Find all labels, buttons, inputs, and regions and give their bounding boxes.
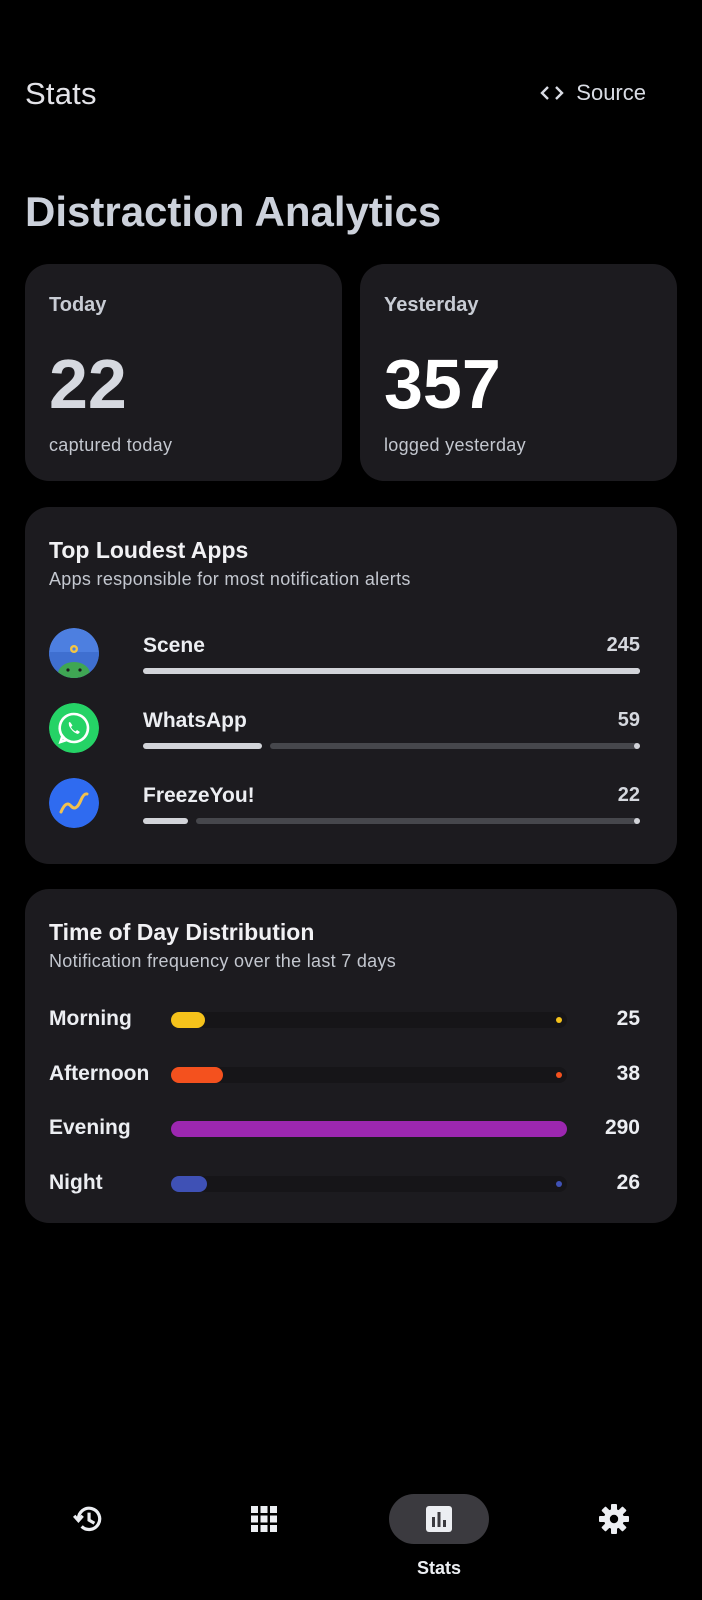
app-progress-end-dot xyxy=(634,743,640,749)
app-count: 245 xyxy=(606,634,640,656)
stat-label: Today xyxy=(49,294,107,316)
app-progress-fill xyxy=(143,668,640,674)
whatsapp-app-icon xyxy=(49,703,99,753)
tod-count: 38 xyxy=(616,1062,640,1085)
freezeyou-app-icon xyxy=(49,778,99,828)
card-title: Top Loudest Apps xyxy=(49,537,249,563)
page-title: Stats xyxy=(25,76,97,111)
nav-item-history[interactable] xyxy=(28,1480,148,1590)
history-icon xyxy=(38,1494,138,1544)
stat-value: 22 xyxy=(49,345,127,423)
card-subtitle: Notification frequency over the last 7 d… xyxy=(49,951,397,971)
app-progress-bar xyxy=(143,743,640,749)
tod-end-dot xyxy=(556,1181,562,1187)
source-button[interactable]: Source xyxy=(540,80,646,106)
tod-row-night: Night 26 xyxy=(49,1169,640,1199)
tod-end-dot xyxy=(556,1017,562,1023)
app-count: 59 xyxy=(617,709,640,731)
tod-count: 26 xyxy=(616,1171,640,1194)
app-progress-track xyxy=(196,818,640,824)
card-title: Time of Day Distribution xyxy=(49,919,315,945)
bar-chart-icon xyxy=(389,1494,489,1544)
stat-value: 357 xyxy=(384,345,501,423)
app-progress-track xyxy=(270,743,640,749)
tod-row-morning: Morning 25 xyxy=(49,1005,640,1035)
app-name: FreezeYou! xyxy=(143,784,255,807)
app-progress-end-dot xyxy=(634,818,640,824)
stat-caption: captured today xyxy=(49,435,173,455)
code-icon xyxy=(540,86,564,100)
tod-count: 290 xyxy=(604,1116,640,1139)
section-heading: Distraction Analytics xyxy=(25,188,442,235)
scene-app-icon xyxy=(49,628,99,678)
app-name: Scene xyxy=(143,634,205,657)
tod-label: Afternoon xyxy=(49,1062,150,1085)
tod-track xyxy=(171,1176,567,1192)
tod-fill xyxy=(171,1067,223,1083)
app-name: WhatsApp xyxy=(143,709,247,732)
tod-fill xyxy=(171,1176,207,1192)
app-row-whatsapp[interactable]: WhatsApp 59 xyxy=(49,703,640,759)
tod-label: Night xyxy=(49,1171,103,1194)
app-progress-fill xyxy=(143,818,188,824)
top-apps-card: Top Loudest Apps Apps responsible for mo… xyxy=(25,507,677,864)
tod-row-afternoon: Afternoon 38 xyxy=(49,1060,640,1090)
nav-item-apps[interactable] xyxy=(204,1480,324,1590)
tod-count: 25 xyxy=(616,1007,640,1030)
tod-fill xyxy=(171,1012,205,1028)
tod-track xyxy=(171,1121,567,1137)
gear-icon xyxy=(564,1494,664,1544)
top-app-bar: Stats Source xyxy=(0,0,702,150)
tod-track xyxy=(171,1067,567,1083)
yesterday-stat-card: Yesterday 357 logged yesterday xyxy=(360,264,677,481)
source-label: Source xyxy=(576,80,646,105)
bottom-navigation: Stats xyxy=(0,1480,702,1600)
today-stat-card: Today 22 captured today xyxy=(25,264,342,481)
tod-fill xyxy=(171,1121,567,1137)
app-progress-fill xyxy=(143,743,262,749)
app-row-scene[interactable]: Scene 245 xyxy=(49,628,640,684)
card-subtitle: Apps responsible for most notification a… xyxy=(49,569,411,589)
nav-item-stats[interactable]: Stats xyxy=(379,1480,499,1590)
app-progress-end-dot xyxy=(634,668,640,674)
time-of-day-card: Time of Day Distribution Notification fr… xyxy=(25,889,677,1223)
tod-row-evening: Evening 290 xyxy=(49,1114,640,1144)
tod-track xyxy=(171,1012,567,1028)
stat-label: Yesterday xyxy=(384,294,479,316)
nav-label-stats: Stats xyxy=(416,1558,461,1578)
app-progress-bar xyxy=(143,668,640,674)
tod-end-dot xyxy=(556,1072,562,1078)
nav-item-settings[interactable] xyxy=(554,1480,674,1590)
app-row-freezeyou[interactable]: FreezeYou! 22 xyxy=(49,778,640,834)
stat-caption: logged yesterday xyxy=(384,435,526,455)
tod-label: Evening xyxy=(49,1116,131,1139)
grid-icon xyxy=(214,1494,314,1544)
tod-label: Morning xyxy=(49,1007,132,1030)
app-count: 22 xyxy=(617,784,640,806)
app-progress-bar xyxy=(143,818,640,824)
